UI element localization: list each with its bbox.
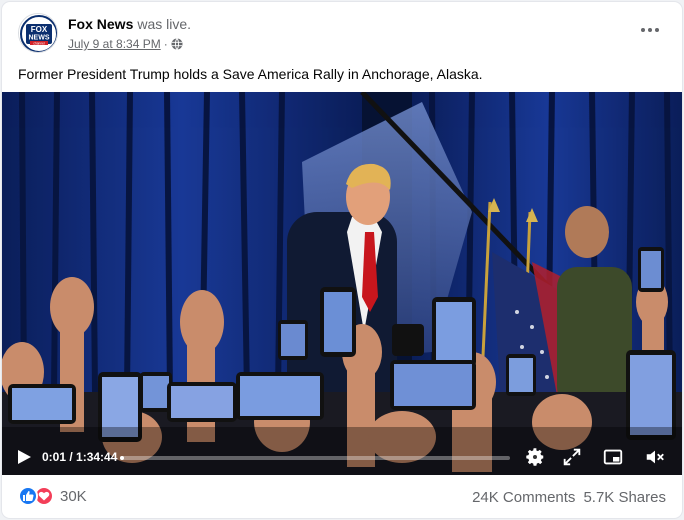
logo-sub-text: channel — [33, 41, 44, 45]
reactions-summary[interactable]: 30K — [18, 486, 87, 506]
author-line: Fox News was live. — [68, 15, 191, 33]
timestamp-link[interactable]: July 9 at 8:34 PM — [68, 36, 161, 52]
play-icon[interactable] — [16, 449, 32, 465]
fullscreen-icon[interactable] — [561, 446, 583, 468]
logo-text-top: FOX — [31, 25, 48, 34]
page-avatar[interactable]: FOX NEWS channel — [18, 13, 58, 53]
post-caption: Former President Trump holds a Save Amer… — [18, 66, 483, 82]
volume-muted-icon[interactable] — [644, 446, 666, 468]
post-meta: July 9 at 8:34 PM · — [68, 36, 183, 52]
picture-in-picture-icon[interactable] — [602, 446, 624, 468]
live-status-text: was live. — [137, 16, 192, 32]
post-footer: 30K 24K Comments 5.7K Shares — [2, 475, 682, 518]
post-card: FOX NEWS channel Fox News was live. July … — [2, 2, 682, 518]
author-name-link[interactable]: Fox News — [68, 16, 133, 32]
comments-count-link[interactable]: 24K Comments — [472, 489, 575, 506]
post-header: FOX NEWS channel Fox News was live. July … — [2, 2, 682, 62]
shares-count-link[interactable]: 5.7K Shares — [583, 489, 666, 506]
video-progress-fill — [120, 456, 124, 460]
settings-gear-icon[interactable] — [524, 446, 546, 468]
meta-separator: · — [163, 37, 168, 51]
like-reaction-icon — [18, 486, 38, 506]
video-player[interactable]: 0:01 / 1:34:44 — [2, 92, 682, 475]
engagement-stats: 24K Comments 5.7K Shares — [472, 489, 666, 506]
video-progress-bar[interactable] — [120, 456, 510, 460]
reaction-count[interactable]: 30K — [60, 488, 87, 505]
video-time-display: 0:01 / 1:34:44 — [42, 450, 118, 464]
globe-icon[interactable] — [171, 38, 183, 50]
video-frame-image — [2, 92, 682, 475]
fox-news-logo-icon: FOX NEWS channel — [19, 14, 57, 52]
more-options-icon[interactable] — [636, 20, 664, 40]
video-controls: 0:01 / 1:34:44 — [2, 437, 682, 475]
